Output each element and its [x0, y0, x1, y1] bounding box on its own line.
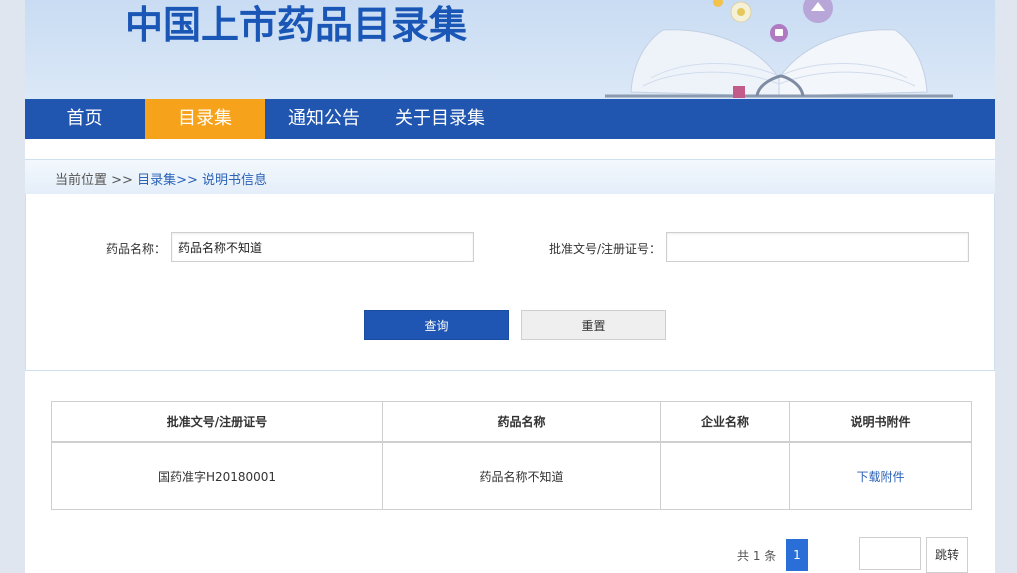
breadcrumb-separator: >> — [176, 173, 202, 188]
open-book-illustration — [605, 0, 953, 98]
nav-item-catalog[interactable]: 目录集 — [145, 99, 265, 139]
cell-approval-number: 国药准字H20180001 — [51, 441, 383, 510]
site-title: 中国上市药品目录集 — [125, 3, 468, 47]
table-row: 国药准字H20180001 药品名称不知道 下载附件 — [51, 441, 972, 510]
breadcrumb-bar: 当前位置 >> 目录集>> 说明书信息 — [25, 159, 995, 195]
drug-name-label: 药品名称： — [106, 242, 167, 256]
reset-button[interactable]: 重置 — [521, 310, 666, 340]
column-header-drug-name: 药品名称 — [382, 401, 661, 443]
approval-number-input[interactable] — [666, 232, 969, 262]
cell-company — [660, 441, 790, 510]
approval-number-label: 批准文号/注册证号： — [549, 242, 662, 256]
query-button[interactable]: 查询 — [364, 310, 509, 340]
column-header-company: 企业名称 — [660, 401, 790, 443]
cell-drug-name: 药品名称不知道 — [382, 441, 661, 510]
page-container: 中国上市药品目录集 首页 目录集 通知公告 关于目录集 当前位置 >> 目录集>… — [25, 0, 995, 573]
nav-item-home[interactable]: 首页 — [25, 99, 144, 139]
main-nav: 首页 目录集 通知公告 关于目录集 — [25, 99, 995, 139]
column-header-attachment: 说明书附件 — [789, 401, 972, 443]
results-table: 批准文号/注册证号 药品名称 企业名称 说明书附件 国药准字H20180001 … — [51, 401, 972, 510]
cell-attachment: 下载附件 — [789, 441, 972, 510]
pagination-total: 共 1 条 — [737, 549, 777, 563]
table-header-row: 批准文号/注册证号 药品名称 企业名称 说明书附件 — [51, 401, 972, 443]
nav-item-notices[interactable]: 通知公告 — [265, 99, 383, 139]
header-banner: 中国上市药品目录集 — [25, 0, 995, 99]
breadcrumb: 当前位置 >> 目录集>> 说明书信息 — [55, 169, 267, 188]
page-jump-input[interactable] — [859, 537, 921, 570]
nav-item-about[interactable]: 关于目录集 — [385, 99, 495, 139]
drug-name-input[interactable] — [171, 232, 474, 262]
pagination-page-1[interactable]: 1 — [786, 539, 808, 571]
page-jump-button[interactable]: 跳转 — [926, 537, 968, 573]
download-attachment-link[interactable]: 下载附件 — [856, 470, 904, 484]
breadcrumb-prefix: 当前位置 >> — [55, 173, 138, 188]
breadcrumb-link-catalog[interactable]: 目录集 — [137, 173, 176, 188]
breadcrumb-current[interactable]: 说明书信息 — [202, 173, 267, 188]
column-header-approval: 批准文号/注册证号 — [51, 401, 383, 443]
search-panel: 药品名称： 批准文号/注册证号： 查询 重置 — [25, 194, 995, 371]
